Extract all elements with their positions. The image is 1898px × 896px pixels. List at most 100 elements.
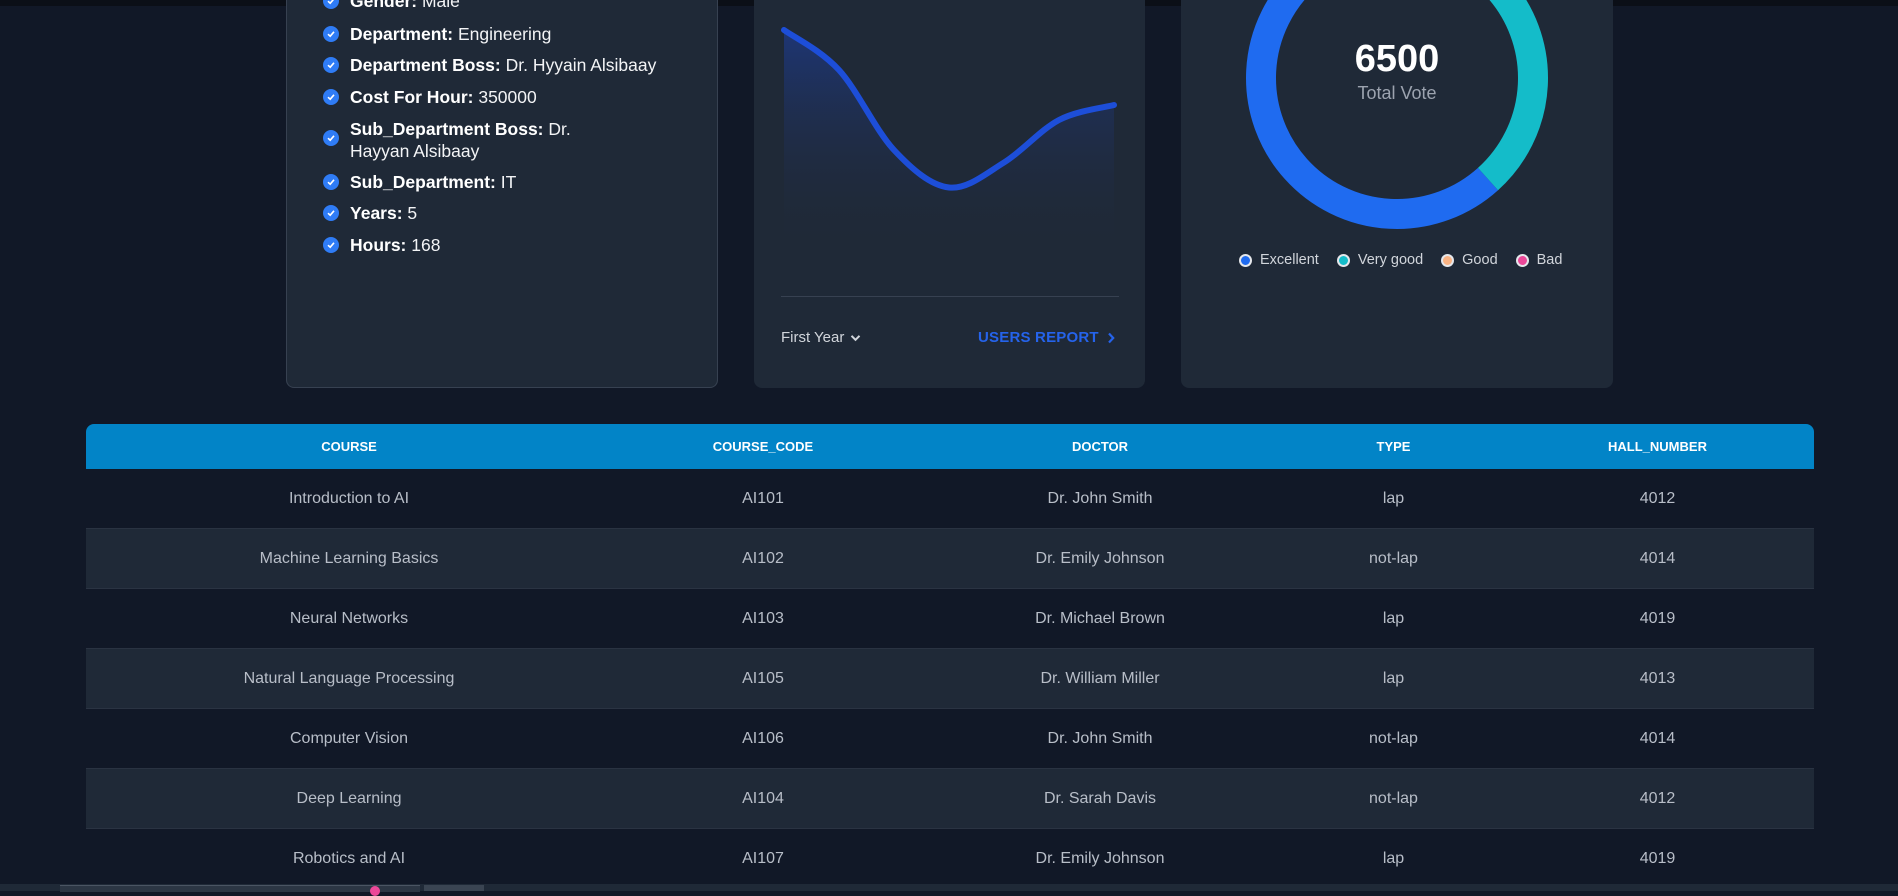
info-row-sub-department-boss: Sub_Department Boss: Dr. Hayyan Alsibaay	[323, 118, 623, 162]
info-value: Engineering	[457, 24, 552, 44]
users-report-chart	[781, 27, 1117, 250]
cell-course: Deep Learning	[86, 768, 612, 829]
cell-type: lap	[1286, 588, 1501, 649]
total-vote-card: 6500 Total Vote Excellent Very good Good…	[1181, 0, 1613, 388]
info-key: Gender:	[350, 0, 418, 11]
check-circle-icon	[323, 237, 339, 253]
info-row-years: Years: 5	[323, 202, 703, 224]
courses-table: COURSE COURSE_CODE DOCTOR TYPE HALL_NUMB…	[86, 424, 1814, 889]
column-header-doctor[interactable]: DOCTOR	[914, 424, 1286, 469]
cell-doctor: Dr. John Smith	[914, 708, 1286, 769]
check-circle-icon	[323, 205, 339, 221]
cell-hall-number: 4014	[1501, 708, 1814, 769]
info-row-cost-for-hour: Cost For Hour: 350000	[323, 86, 703, 108]
info-value: IT	[500, 172, 517, 192]
info-row-sub-department: Sub_Department: IT	[323, 171, 703, 193]
cell-course-code: AI105	[612, 648, 914, 709]
cell-doctor: Dr. Sarah Davis	[914, 768, 1286, 829]
users-report-link-label: USERS REPORT	[978, 329, 1099, 346]
info-key: Hours:	[350, 235, 407, 255]
column-header-hall-number[interactable]: HALL_NUMBER	[1501, 424, 1814, 469]
info-row-gender: Gender: Male	[323, 0, 703, 12]
info-key: Department Boss:	[350, 55, 501, 75]
cell-course-code: AI106	[612, 708, 914, 769]
info-row-department-boss: Department Boss: Dr. Hyyain Alsibaay	[323, 54, 703, 76]
cell-course: Neural Networks	[86, 588, 612, 649]
info-key: Years:	[350, 203, 403, 223]
column-header-type[interactable]: TYPE	[1286, 424, 1501, 469]
cell-hall-number: 4012	[1501, 768, 1814, 829]
cell-hall-number: 4014	[1501, 528, 1814, 589]
table-row[interactable]: Neural Networks AI103 Dr. Michael Brown …	[86, 588, 1814, 649]
cell-course-code: AI102	[612, 528, 914, 589]
cell-course-code: AI107	[612, 828, 914, 889]
check-circle-icon	[323, 0, 339, 9]
check-circle-icon	[323, 89, 339, 105]
total-vote-value: 6500	[1354, 38, 1440, 80]
cell-doctor: Dr. William Miller	[914, 648, 1286, 709]
info-value: 350000	[478, 87, 537, 107]
info-value: Male	[421, 0, 460, 11]
check-circle-icon	[323, 130, 339, 146]
cell-hall-number: 4019	[1501, 828, 1814, 889]
cell-doctor: Dr. Emily Johnson	[914, 528, 1286, 589]
legend-item-very-good[interactable]: Very good	[1336, 252, 1424, 268]
info-row-department: Department: Engineering	[323, 23, 703, 45]
taskbar-item[interactable]	[424, 885, 484, 891]
legend-label: Excellent	[1260, 252, 1319, 268]
vote-donut-chart	[1246, 0, 1548, 229]
chevron-down-icon	[851, 334, 861, 341]
info-value: Dr. Hyyain Alsibaay	[505, 55, 657, 75]
cell-course: Machine Learning Basics	[86, 528, 612, 589]
legend-marker	[1239, 253, 1252, 267]
info-row-hours: Hours: 168	[323, 234, 703, 256]
table-row[interactable]: Introduction to AI AI101 Dr. John Smith …	[86, 469, 1814, 529]
cell-type: lap	[1286, 469, 1501, 529]
info-key: Cost For Hour:	[350, 87, 474, 107]
cell-type: not-lap	[1286, 708, 1501, 769]
legend-item-bad[interactable]: Bad	[1515, 252, 1563, 268]
cell-doctor: Dr. Emily Johnson	[914, 828, 1286, 889]
info-key: Sub_Department Boss:	[350, 119, 544, 139]
cell-hall-number: 4012	[1501, 469, 1814, 529]
legend-label: Bad	[1536, 252, 1563, 268]
notification-dot-icon	[370, 886, 380, 896]
column-header-course[interactable]: COURSE	[86, 424, 612, 469]
cell-course-code: AI104	[612, 768, 914, 829]
legend-item-excellent[interactable]: Excellent	[1239, 252, 1319, 268]
table-row[interactable]: Natural Language Processing AI105 Dr. Wi…	[86, 648, 1814, 709]
period-select[interactable]: First Year	[781, 329, 861, 346]
cell-course-code: AI101	[612, 469, 914, 529]
users-report-link[interactable]: USERS REPORT	[978, 329, 1115, 346]
cell-course: Natural Language Processing	[86, 648, 612, 709]
table-row[interactable]: Computer Vision AI106 Dr. John Smith not…	[86, 708, 1814, 769]
cell-hall-number: 4013	[1501, 648, 1814, 709]
check-circle-icon	[323, 57, 339, 73]
table-row[interactable]: Machine Learning Basics AI102 Dr. Emily …	[86, 528, 1814, 589]
check-circle-icon	[323, 174, 339, 190]
table-row[interactable]: Deep Learning AI104 Dr. Sarah Davis not-…	[86, 768, 1814, 829]
info-key: Department:	[350, 24, 454, 44]
legend-label: Very good	[1357, 252, 1424, 268]
cell-type: lap	[1286, 648, 1501, 709]
info-key: Sub_Department:	[350, 172, 496, 192]
check-circle-icon	[323, 26, 339, 42]
info-value: 168	[411, 235, 441, 255]
cell-doctor: Dr. Michael Brown	[914, 588, 1286, 649]
table-row[interactable]: Robotics and AI AI107 Dr. Emily Johnson …	[86, 828, 1814, 889]
chevron-right-icon	[1107, 332, 1115, 343]
cell-type: not-lap	[1286, 528, 1501, 589]
period-select-value: First Year	[781, 329, 845, 346]
cell-course-code: AI103	[612, 588, 914, 649]
column-header-course-code[interactable]: COURSE_CODE	[612, 424, 914, 469]
cell-course: Robotics and AI	[86, 828, 612, 889]
profile-info-card: Gender: Male Department: Engineering Dep…	[286, 0, 718, 388]
cell-type: not-lap	[1286, 768, 1501, 829]
legend-marker	[1515, 253, 1529, 267]
cell-type: lap	[1286, 828, 1501, 889]
info-value: 5	[407, 203, 418, 223]
divider	[781, 296, 1119, 297]
cell-course: Computer Vision	[86, 708, 612, 769]
cell-hall-number: 4019	[1501, 588, 1814, 649]
legend-item-good[interactable]: Good	[1441, 252, 1498, 268]
